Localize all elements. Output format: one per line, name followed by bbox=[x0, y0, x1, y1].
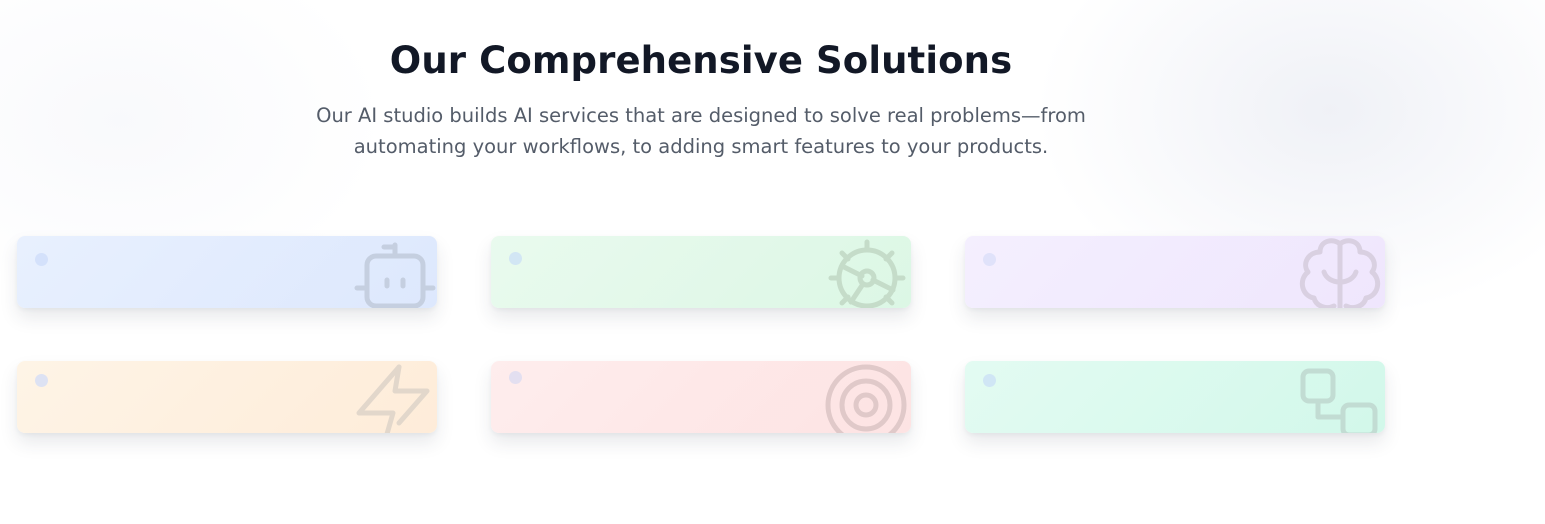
section-title: Our Comprehensive Solutions bbox=[389, 39, 1013, 82]
robot-icon bbox=[354, 242, 436, 308]
brain-icon bbox=[1299, 238, 1381, 308]
card-dot bbox=[509, 252, 522, 265]
solution-card-2[interactable] bbox=[491, 236, 911, 308]
subtitle-line-1: Our AI studio builds AI services that ar… bbox=[316, 104, 1086, 127]
card-dot bbox=[983, 253, 996, 266]
solution-card-3[interactable] bbox=[965, 236, 1385, 308]
target-icon bbox=[825, 364, 907, 433]
card-dot bbox=[509, 371, 522, 384]
card-dot bbox=[983, 374, 996, 387]
solution-card-1[interactable] bbox=[17, 236, 437, 308]
card-dot bbox=[35, 374, 48, 387]
card-dot bbox=[35, 253, 48, 266]
workflow-icon bbox=[1300, 368, 1378, 433]
solution-card-6[interactable] bbox=[965, 361, 1385, 433]
subtitle-line-2: automating your workflows, to adding sma… bbox=[353, 135, 1049, 158]
solution-card-5[interactable] bbox=[491, 361, 911, 433]
gear-icon bbox=[828, 239, 906, 308]
section-subtitle: Our AI studio builds AI services that ar… bbox=[290, 100, 1112, 162]
lightning-icon bbox=[356, 364, 430, 433]
solutions-section: Our Comprehensive Solutions Our AI studi… bbox=[0, 0, 1545, 524]
solution-card-4[interactable] bbox=[17, 361, 437, 433]
